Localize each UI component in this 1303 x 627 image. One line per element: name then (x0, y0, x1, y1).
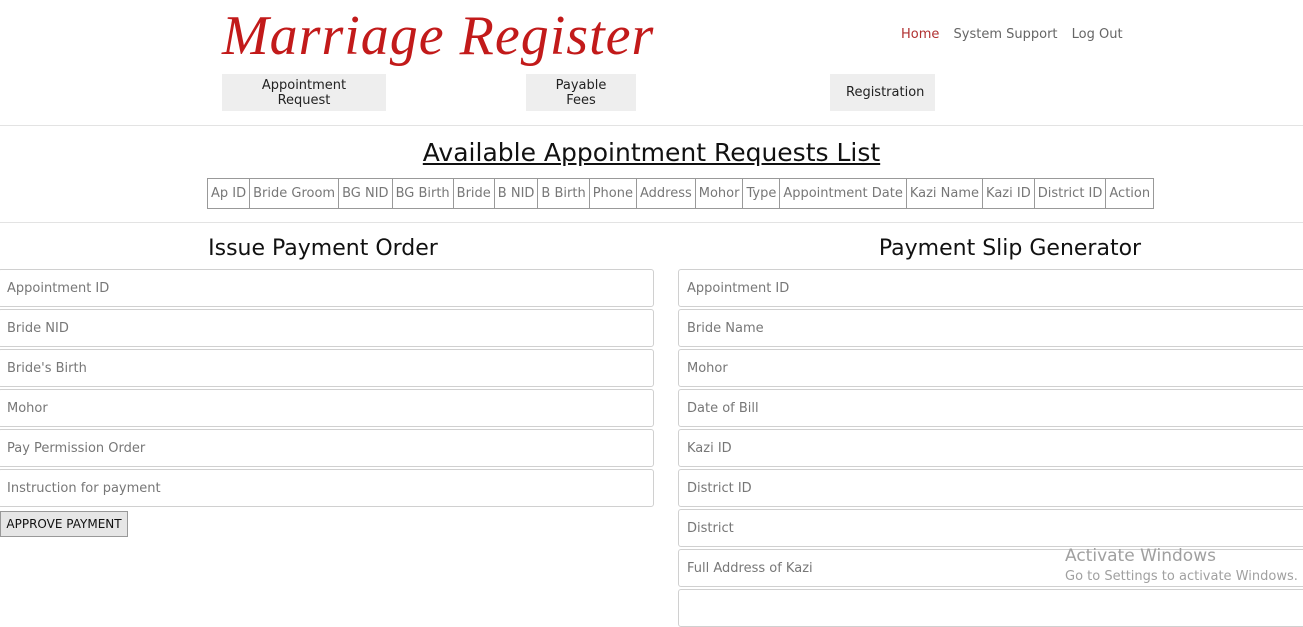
po-bride-birth-input[interactable] (0, 349, 654, 387)
list-title: Available Appointment Requests List (422, 138, 881, 167)
appointment-requests-table: Ap ID Bride Groom BG NID BG Birth Bride … (206, 178, 1155, 209)
column-header: BG Birth (391, 178, 454, 209)
logo: Marriage Register (222, 5, 655, 67)
slip-date-of-bill-input[interactable] (678, 389, 1303, 427)
po-appointment-id-input[interactable] (0, 269, 654, 307)
column-header: Kazi ID (982, 178, 1035, 209)
slip-bride-name-input[interactable] (678, 309, 1303, 347)
payment-slip-title: Payment Slip Generator (878, 236, 1142, 261)
appointment-request-button[interactable]: Appointment Request (222, 74, 386, 111)
slip-appointment-id-input[interactable] (678, 269, 1303, 307)
column-header: Type (742, 178, 781, 209)
nav-home-link[interactable]: Home (901, 27, 939, 42)
nav-system-support-link[interactable]: System Support (954, 27, 1058, 42)
approve-payment-button[interactable]: APPROVE PAYMENT (0, 511, 128, 537)
header-divider (0, 125, 1303, 126)
nav-logout-link[interactable]: Log Out (1072, 27, 1123, 42)
column-header: Ap ID (206, 178, 251, 209)
slip-district-id-input[interactable] (678, 469, 1303, 507)
po-bride-nid-input[interactable] (0, 309, 654, 347)
column-header: Action (1105, 178, 1155, 209)
top-nav: Home System Support Log Out (901, 27, 1133, 42)
po-pay-permission-input[interactable] (0, 429, 654, 467)
payable-fees-button[interactable]: Payable Fees (526, 74, 636, 111)
payment-order-title: Issue Payment Order (208, 236, 438, 261)
po-mohor-input[interactable] (0, 389, 654, 427)
column-header: Bride (452, 178, 495, 209)
column-header: Phone (588, 178, 637, 209)
column-header: Appointment Date (779, 178, 907, 209)
slip-district-input[interactable] (678, 509, 1303, 547)
column-header: BG NID (338, 178, 393, 209)
list-divider (0, 222, 1303, 223)
registration-button[interactable]: Registration (830, 74, 935, 111)
column-header: Bride Groom (249, 178, 340, 209)
watermark-subtitle: Go to Settings to activate Windows. (1065, 569, 1298, 584)
slip-next-input[interactable] (678, 589, 1303, 627)
activate-windows-watermark: Activate Windows Go to Settings to activ… (1065, 546, 1298, 584)
watermark-title: Activate Windows (1065, 546, 1216, 566)
column-header: District ID (1033, 178, 1107, 209)
column-header: Mohor (694, 178, 744, 209)
column-header: Kazi Name (905, 178, 984, 209)
column-header: Address (635, 178, 696, 209)
column-header: B NID (493, 178, 539, 209)
slip-mohor-input[interactable] (678, 349, 1303, 387)
slip-kazi-id-input[interactable] (678, 429, 1303, 467)
column-header: B Birth (537, 178, 590, 209)
po-instruction-input[interactable] (0, 469, 654, 507)
table-header-row: Ap ID Bride Groom BG NID BG Birth Bride … (206, 178, 1155, 209)
